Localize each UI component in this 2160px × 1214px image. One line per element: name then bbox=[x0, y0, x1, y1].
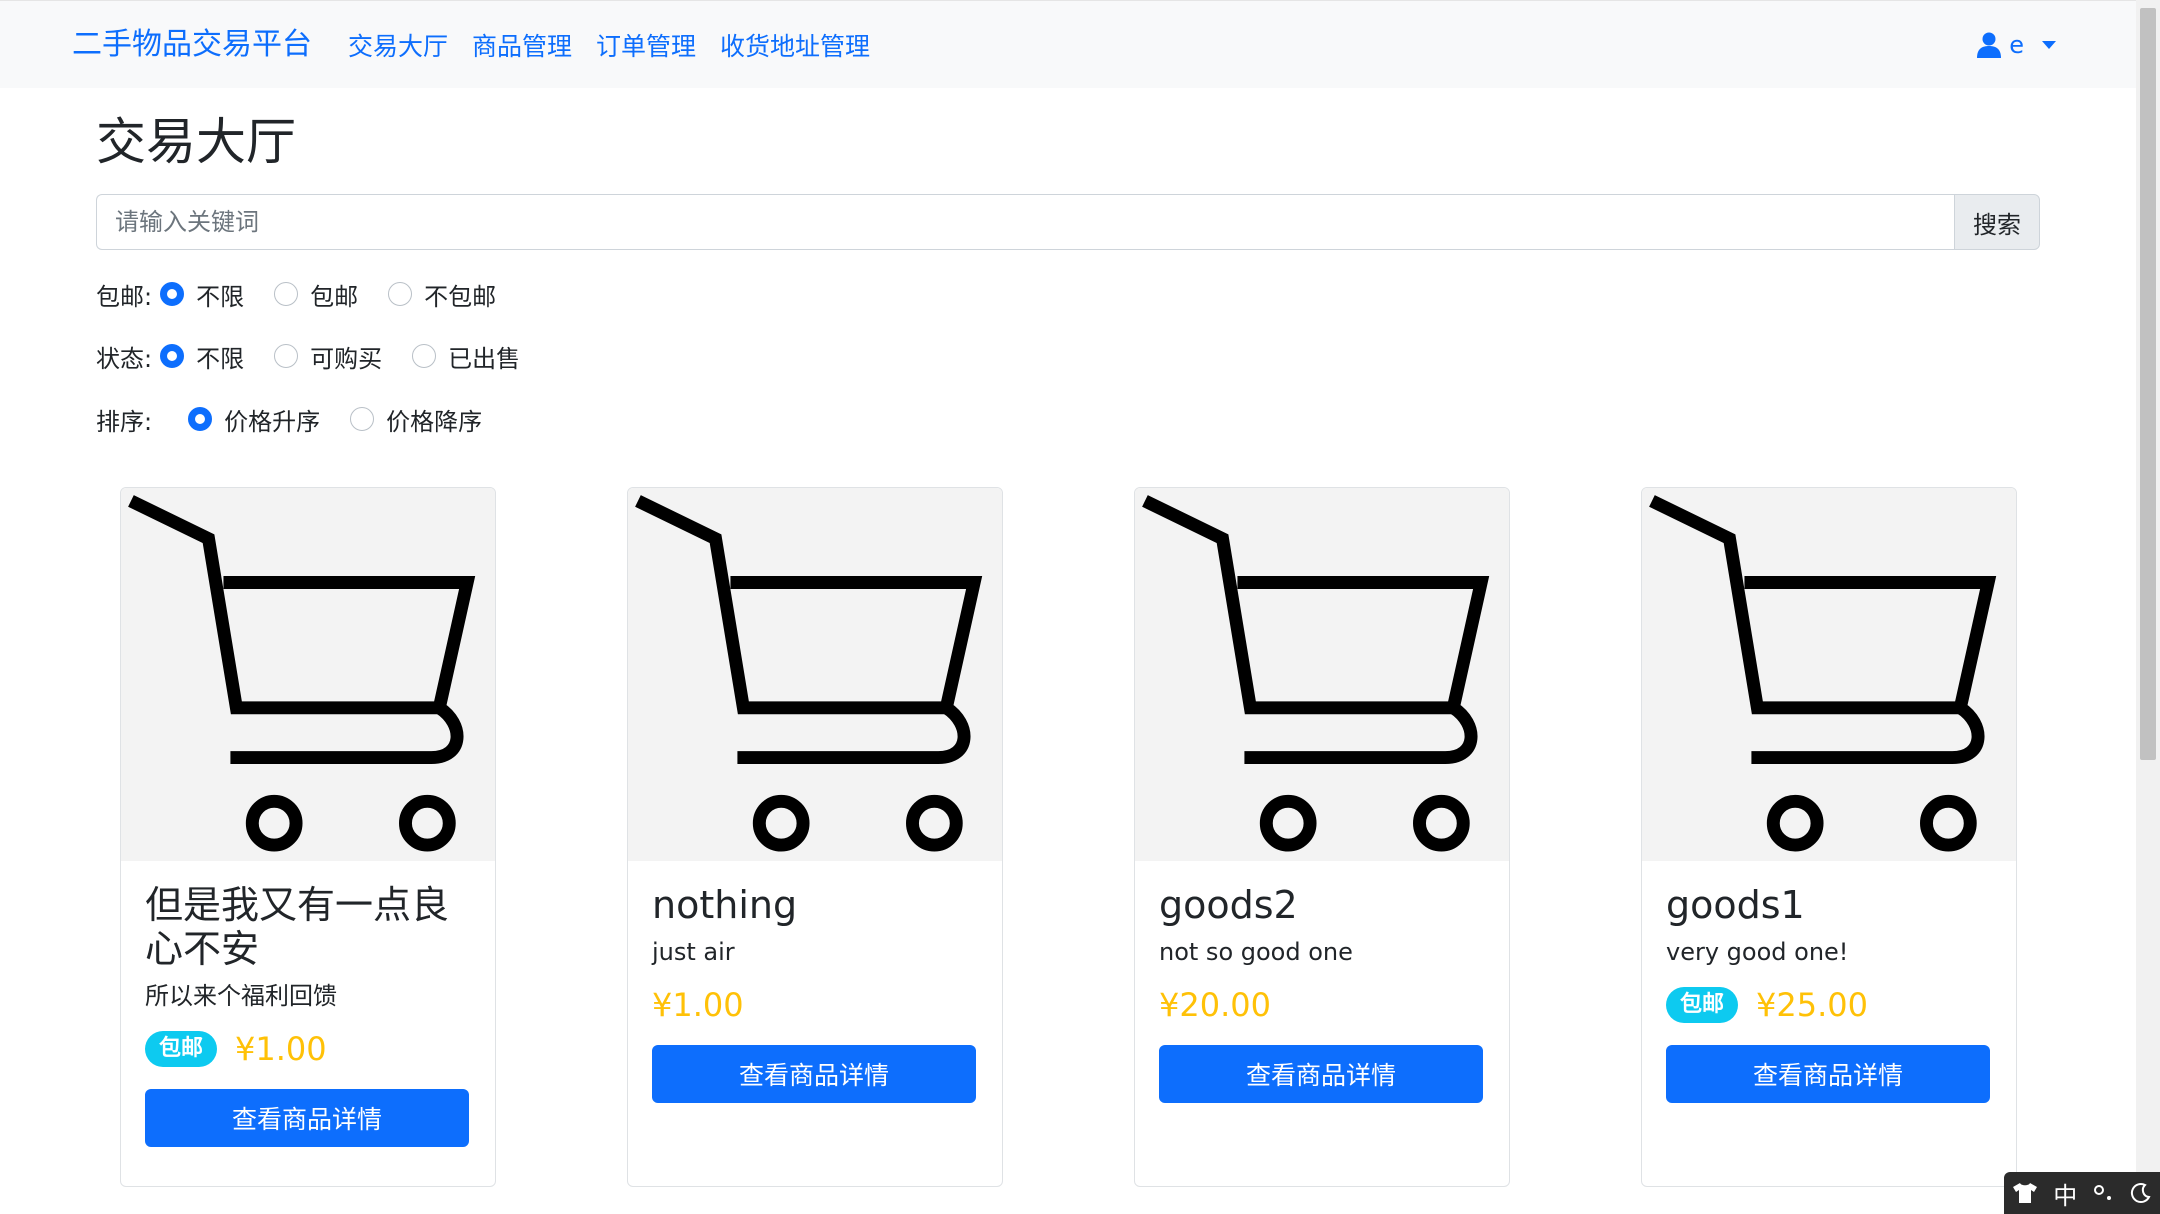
view-details-button[interactable]: 查看商品详情 bbox=[1666, 1045, 1990, 1103]
status-filter: 状态: 不限 可购买 已出售 bbox=[96, 338, 550, 374]
radio-label: 价格降序 bbox=[386, 407, 483, 436]
page-title: 交易大厅 bbox=[96, 113, 296, 171]
shopping-cart-icon bbox=[635, 495, 983, 852]
product-image bbox=[1135, 488, 1509, 861]
product-image bbox=[628, 488, 1002, 861]
product-description: not so good one bbox=[1159, 938, 1353, 966]
nav-link-goods-management[interactable]: 商品管理 bbox=[472, 29, 572, 65]
price-row: 包邮 ¥25.00 bbox=[1666, 983, 1992, 1027]
radio-label: 不限 bbox=[196, 344, 245, 373]
scrollbar-thumb[interactable] bbox=[2140, 8, 2156, 760]
radio-shipping-any[interactable]: 不限 bbox=[160, 277, 244, 312]
nav-link-trading-hall[interactable]: 交易大厅 bbox=[348, 29, 448, 65]
product-image bbox=[1642, 488, 2016, 861]
search-button[interactable]: 搜索 bbox=[1954, 194, 2040, 250]
free-shipping-badge: 包邮 bbox=[1666, 987, 1739, 1023]
brand-link[interactable]: 二手物品交易平台 bbox=[72, 25, 312, 65]
radio-button[interactable] bbox=[274, 344, 299, 368]
product-card: nothing just air ¥1.00 查看商品详情 bbox=[627, 487, 1003, 1187]
price-row: 包邮 ¥1.00 bbox=[145, 1027, 471, 1071]
radio-label: 已出售 bbox=[448, 344, 521, 373]
product-description: very good one! bbox=[1666, 938, 1849, 966]
radio-button[interactable] bbox=[160, 344, 185, 368]
page-scrollbar[interactable] bbox=[2136, 0, 2160, 1214]
radio-status-any[interactable]: 不限 bbox=[160, 339, 244, 374]
radio-label: 不限 bbox=[196, 282, 245, 311]
ime-toolbar[interactable]: 中 bbox=[2004, 1172, 2160, 1214]
ime-language-indicator[interactable]: 中 bbox=[2053, 1176, 2077, 1211]
radio-label: 不包邮 bbox=[424, 282, 497, 311]
shopping-cart-icon bbox=[1649, 495, 1997, 852]
search-bar: 搜索 bbox=[96, 194, 2040, 250]
user-icon bbox=[1977, 32, 2002, 58]
chevron-down-icon bbox=[2042, 41, 2056, 49]
navbar: 二手物品交易平台 交易大厅 商品管理 订单管理 收货地址管理 e bbox=[0, 0, 2136, 88]
view-details-button[interactable]: 查看商品详情 bbox=[145, 1089, 469, 1147]
radio-label: 可购买 bbox=[310, 344, 383, 373]
free-shipping-badge: 包邮 bbox=[145, 1031, 218, 1067]
radio-button[interactable] bbox=[160, 282, 185, 306]
radio-shipping-free[interactable]: 包邮 bbox=[274, 277, 358, 312]
product-price: ¥1.00 bbox=[235, 1030, 327, 1068]
filter-label: 状态: bbox=[96, 344, 153, 373]
radio-sort-price-asc[interactable]: 价格升序 bbox=[188, 402, 320, 437]
moon-icon[interactable] bbox=[2130, 1182, 2152, 1204]
radio-button[interactable] bbox=[188, 407, 213, 431]
view-details-button[interactable]: 查看商品详情 bbox=[652, 1045, 976, 1103]
radio-button[interactable] bbox=[350, 407, 375, 431]
radio-shipping-paid[interactable]: 不包邮 bbox=[388, 277, 496, 312]
product-title: 但是我又有一点良心不安 bbox=[145, 883, 450, 971]
product-title: goods1 bbox=[1666, 883, 1805, 927]
product-title: nothing bbox=[652, 883, 798, 927]
radio-status-sold[interactable]: 已出售 bbox=[412, 339, 520, 374]
product-price: ¥25.00 bbox=[1756, 986, 1868, 1024]
nav-link-order-management[interactable]: 订单管理 bbox=[596, 29, 696, 65]
filter-label: 排序: bbox=[96, 407, 153, 436]
radio-button[interactable] bbox=[388, 282, 413, 306]
product-description: just air bbox=[652, 938, 735, 966]
view-details-button[interactable]: 查看商品详情 bbox=[1159, 1045, 1483, 1103]
search-input[interactable] bbox=[96, 194, 1954, 250]
user-name: e bbox=[2009, 31, 2024, 59]
filter-label: 包邮: bbox=[96, 282, 153, 311]
user-dropdown[interactable]: e bbox=[1977, 31, 2056, 59]
radio-button[interactable] bbox=[274, 282, 299, 306]
product-price: ¥20.00 bbox=[1159, 986, 1271, 1024]
radio-status-available[interactable]: 可购买 bbox=[274, 339, 382, 374]
radio-label: 价格升序 bbox=[224, 407, 321, 436]
shirt-icon[interactable] bbox=[2012, 1182, 2038, 1204]
radio-sort-price-desc[interactable]: 价格降序 bbox=[350, 402, 482, 437]
product-description: 所以来个福利回馈 bbox=[145, 982, 337, 1010]
product-card: goods1 very good one! 包邮 ¥25.00 查看商品详情 bbox=[1641, 487, 2017, 1187]
price-row: ¥20.00 bbox=[1159, 983, 1485, 1027]
shipping-filter: 包邮: 不限 包邮 不包邮 bbox=[96, 276, 526, 312]
shopping-cart-icon bbox=[1142, 495, 1490, 852]
radio-button[interactable] bbox=[412, 344, 437, 368]
sort-filter: 排序: 价格升序 价格降序 bbox=[96, 401, 512, 437]
product-title: goods2 bbox=[1159, 883, 1298, 927]
nav-links: 交易大厅 商品管理 订单管理 收货地址管理 bbox=[348, 29, 870, 65]
product-price: ¥1.00 bbox=[652, 986, 744, 1024]
product-card: goods2 not so good one ¥20.00 查看商品详情 bbox=[1134, 487, 1510, 1187]
price-row: ¥1.00 bbox=[652, 983, 978, 1027]
nav-link-address-management[interactable]: 收货地址管理 bbox=[720, 29, 870, 65]
radio-label: 包邮 bbox=[310, 282, 359, 311]
punctuation-mode-icon[interactable] bbox=[2093, 1182, 2115, 1204]
shopping-cart-icon bbox=[128, 495, 476, 852]
product-image bbox=[121, 488, 495, 861]
product-card: 但是我又有一点良心不安 所以来个福利回馈 包邮 ¥1.00 查看商品详情 bbox=[120, 487, 496, 1187]
